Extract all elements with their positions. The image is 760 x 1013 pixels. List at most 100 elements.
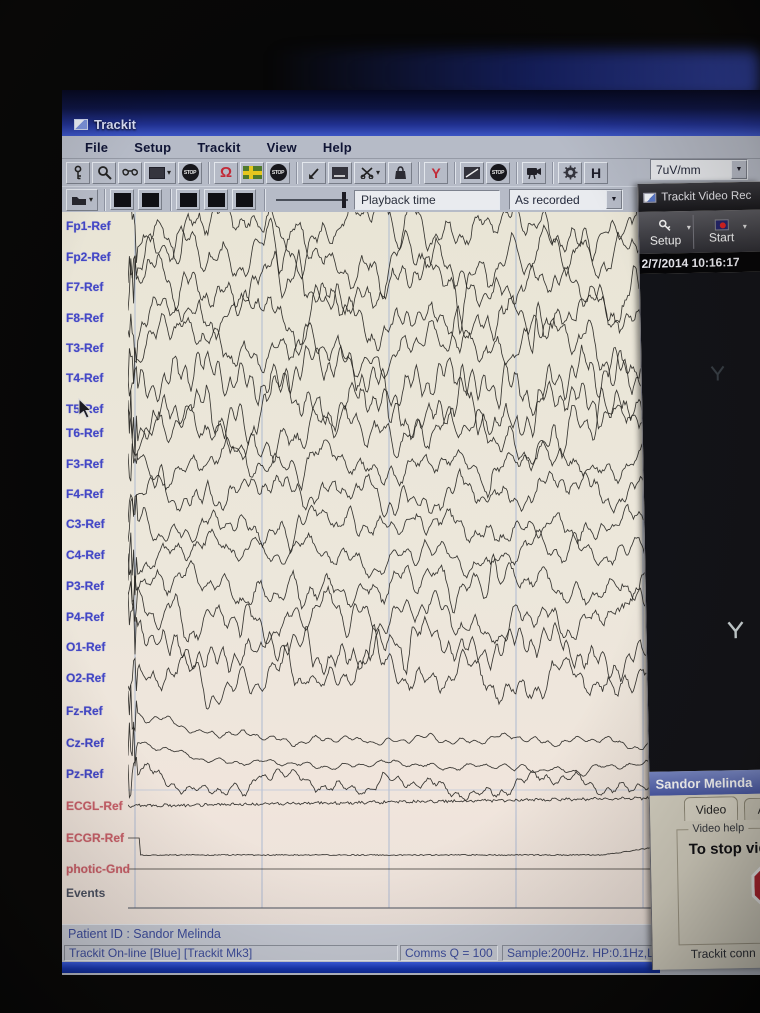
- menu-item-help[interactable]: Help: [310, 138, 365, 157]
- y-electrode-icon[interactable]: Y: [424, 162, 448, 184]
- video-app-icon: [643, 193, 656, 203]
- eeg-trace-O2-Ref: [128, 625, 663, 710]
- slider-handle[interactable]: [342, 192, 346, 208]
- camera-icon[interactable]: [522, 162, 546, 184]
- black-square-button[interactable]: [204, 189, 228, 210]
- video-window-titlebar[interactable]: Trackit Video Rec: [638, 182, 760, 212]
- toolbar-separator: [454, 162, 456, 184]
- video-setup-button[interactable]: Setup ▾: [639, 211, 693, 254]
- channel-label: T4-Ref: [66, 371, 103, 385]
- menu-item-view[interactable]: View: [254, 138, 310, 157]
- monitor-photo: Trackit FileSetupTrackitViewHelp ▾ STOP …: [0, 0, 760, 1013]
- channel-label: F3-Ref: [66, 457, 103, 471]
- timebase-slider[interactable]: [276, 190, 348, 210]
- toolbar-main: ▾ STOP Ω STOP ▾ Y: [62, 159, 637, 186]
- eeg-trace-T5-Ref: [128, 365, 663, 458]
- display-mode-select[interactable]: As recorded ▼: [509, 189, 623, 210]
- menu-item-trackit[interactable]: Trackit: [184, 138, 253, 157]
- start-icon: [714, 219, 728, 230]
- eeg-trace-P4-Ref: [128, 581, 663, 643]
- black-square-button[interactable]: [232, 189, 256, 210]
- menu-item-file[interactable]: File: [72, 138, 121, 157]
- stop-icon[interactable]: STOP: [178, 162, 202, 184]
- gear-icon[interactable]: [558, 162, 582, 184]
- events-label: Events: [66, 886, 105, 900]
- chevron-down-icon: ▾: [167, 168, 171, 177]
- tab-video[interactable]: Video: [684, 796, 738, 821]
- video-toolbar: Setup ▾ Start ▾: [639, 210, 760, 254]
- chevron-down-icon: ▾: [687, 223, 691, 232]
- channel-label: Pz-Ref: [66, 767, 103, 781]
- bag-icon[interactable]: [388, 162, 412, 184]
- video-window-title: Trackit Video Rec: [661, 190, 751, 204]
- toolbar-separator: [264, 189, 266, 211]
- toolbar-separator: [208, 162, 210, 184]
- eeg-traces: [128, 212, 663, 932]
- folder-icon[interactable]: ▾: [66, 189, 98, 211]
- patient-panel-title: Sandor Melinda: [649, 770, 760, 796]
- video-help-message: To stop video: [689, 839, 760, 858]
- omega-icon[interactable]: Ω: [214, 162, 238, 184]
- eeg-trace-P3-Ref: [128, 554, 663, 613]
- video-start-button[interactable]: Start ▾: [695, 210, 749, 253]
- video-panel: Video Audio Video help To stop video STO…: [650, 794, 760, 970]
- clip-icon[interactable]: ▾: [354, 162, 386, 184]
- channel-label: P3-Ref: [66, 579, 104, 593]
- status-bar: Patient ID : Sandor Melinda Trackit On-l…: [62, 924, 660, 962]
- eeg-trace-T3-Ref: [128, 303, 663, 386]
- sensitivity-select[interactable]: 7uV/mm ▼: [650, 159, 748, 180]
- channel-label: Fz-Ref: [66, 704, 103, 718]
- device-status: Trackit On-line [Blue] [Trackit Mk3]: [64, 945, 398, 961]
- calibration-icon[interactable]: [328, 162, 352, 184]
- channel-label: F4-Ref: [66, 487, 103, 501]
- channel-label: P4-Ref: [66, 610, 104, 624]
- eeg-trace-O1-Ref: [128, 592, 663, 682]
- channel-label: F7-Ref: [66, 280, 103, 294]
- chevron-down-icon[interactable]: ▼: [731, 160, 747, 179]
- glasses-icon[interactable]: [118, 162, 142, 184]
- pen-icon[interactable]: [302, 162, 326, 184]
- channel-label: Fp1-Ref: [66, 219, 111, 233]
- eeg-trace-ECGL-Ref: [128, 797, 663, 808]
- playback-time-field[interactable]: Playback time: [354, 190, 500, 210]
- sample-info: Sample:200Hz. HP:0.1Hz,LP:7: [502, 945, 660, 961]
- h-icon[interactable]: H: [584, 162, 608, 184]
- channel-label: T3-Ref: [66, 341, 103, 355]
- tab-audio[interactable]: Audio: [744, 797, 760, 820]
- patient-id: Patient ID : Sandor Melinda: [68, 927, 221, 941]
- taskbar-strip: [62, 962, 660, 973]
- zoom-icon[interactable]: [92, 162, 116, 184]
- channel-label: C3-Ref: [66, 517, 105, 531]
- toolbar-separator: [296, 162, 298, 184]
- black-square-button[interactable]: [176, 189, 200, 210]
- line-icon[interactable]: [460, 162, 484, 184]
- eeg-trace-ECGR-Ref: [128, 838, 663, 856]
- channel-labels: Fp1-RefFp2-RefF7-RefF8-RefT3-RefT4-RefT5…: [62, 212, 128, 932]
- stop-icon[interactable]: STOP: [486, 162, 510, 184]
- flag-icon[interactable]: [240, 162, 264, 184]
- app-icon: [74, 119, 88, 130]
- toolbar-playback: ▾ Playback time As recorded ▼: [62, 186, 637, 212]
- key-icon[interactable]: [66, 162, 90, 184]
- toolbar-separator: [516, 162, 518, 184]
- eeg-trace-Fp1-Ref: [128, 212, 663, 279]
- menu-bar: FileSetupTrackitViewHelp: [62, 136, 760, 159]
- montage-grid-icon[interactable]: ▾: [144, 162, 176, 184]
- comms-quality: Comms Q = 100: [400, 945, 498, 961]
- mouse-cursor: [78, 398, 96, 420]
- eeg-trace-Pz-Ref: [128, 757, 663, 800]
- toolbar-separator: [170, 189, 172, 211]
- chevron-down-icon: ▾: [89, 195, 93, 204]
- black-square-button[interactable]: [138, 189, 162, 210]
- montage-grid-pad: [149, 167, 165, 179]
- stop-icon[interactable]: STOP: [266, 162, 290, 184]
- toolbar-separator: [104, 189, 106, 211]
- chevron-down-icon[interactable]: ▼: [606, 190, 622, 209]
- sensitivity-value: 7uV/mm: [651, 160, 731, 179]
- antenna-icon: [709, 364, 725, 382]
- channel-label: ECGL-Ref: [66, 799, 123, 813]
- toolbar-separator: [418, 162, 420, 184]
- channel-label: O2-Ref: [66, 671, 105, 685]
- black-square-button[interactable]: [110, 189, 134, 210]
- menu-item-setup[interactable]: Setup: [121, 138, 184, 157]
